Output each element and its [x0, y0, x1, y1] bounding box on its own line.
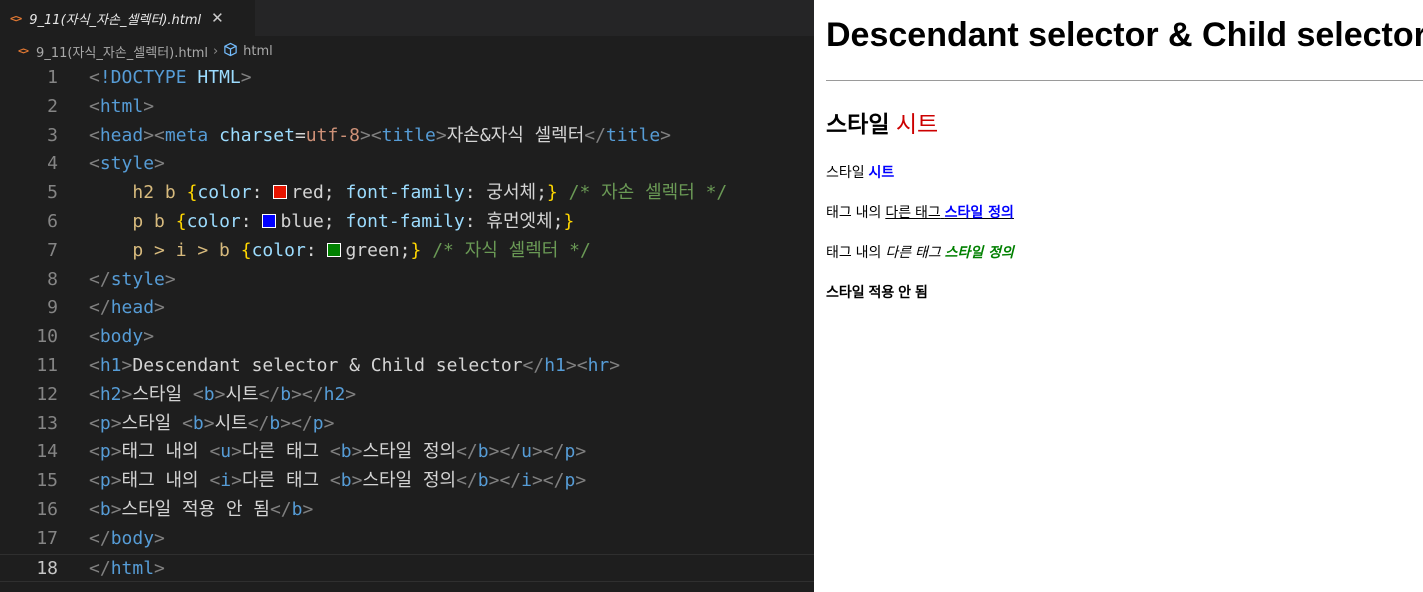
preview-paragraph-3: 태그 내의 다른 태그 스타일 정의: [826, 242, 1014, 262]
browser-preview: Descendant selector & Child selector 스타일…: [814, 0, 1423, 592]
line-number: 11: [36, 354, 58, 376]
code-area[interactable]: 1 <!DOCTYPE HTML> 2 <html> 3 <head><meta ch…: [0, 64, 814, 583]
subheading-bold: 시트: [895, 112, 939, 138]
underlined-text: 다른 태그 스타일 정의: [885, 204, 1014, 221]
code-line[interactable]: 11 <h1>Descendant selector & Child select…: [0, 352, 814, 381]
preview-paragraph-1: 스타일 시트: [826, 162, 894, 182]
tab-title: 9_11(자식_자손_셀렉터).html: [29, 12, 202, 28]
preview-bold-text: 스타일 적용 안 됨: [826, 284, 928, 300]
code-line[interactable]: 4 <style>: [0, 150, 814, 179]
underlined-label: 다른 태그: [885, 204, 941, 220]
italic-text: 다른 태그 스타일 정의: [885, 244, 1014, 261]
preview-divider: [826, 80, 1423, 81]
code-line[interactable]: 2 <html>: [0, 93, 814, 122]
code-line[interactable]: 9 </head>: [0, 294, 814, 323]
preview-heading: Descendant selector & Child selector: [826, 16, 1423, 54]
blue-color-swatch[interactable]: [262, 213, 277, 228]
code-line[interactable]: 14 <p>태그 내의 <u>다른 태그 <b>스타일 정의</b></u></p…: [0, 438, 814, 467]
line-number: 10: [36, 326, 58, 348]
code-line[interactable]: 13 <p>스타일 <b>시트</b></p>: [0, 410, 814, 439]
paragraph-bold: 스타일 정의: [944, 245, 1014, 261]
line-number: 6: [47, 210, 58, 232]
breadcrumb-symbol[interactable]: html: [243, 44, 273, 59]
breadcrumb-file[interactable]: 9_11(자식_자손_셀렉터).html: [36, 42, 208, 61]
breadcrumb: <> 9_11(자식_자손_셀렉터).html › html: [0, 38, 814, 64]
line-number: 8: [47, 268, 58, 290]
code-line[interactable]: 17 </body>: [0, 525, 814, 554]
code-line[interactable]: 1 <!DOCTYPE HTML>: [0, 64, 814, 93]
code-editor[interactable]: <> 9_11(자식_자손_셀렉터).html ✕ <> 9_11(자식_자손_…: [0, 0, 814, 592]
line-number: 9: [47, 297, 58, 319]
line-number: 7: [47, 239, 58, 261]
paragraph-text: 태그 내의: [826, 244, 882, 260]
line-number: 4: [47, 153, 58, 175]
code-line[interactable]: 15 <p>태그 내의 <i>다른 태그 <b>스타일 정의</b></i></p…: [0, 467, 814, 496]
preview-subheading: 스타일 시트: [826, 105, 938, 139]
line-number: 2: [47, 95, 58, 117]
paragraph-text: 스타일: [826, 164, 865, 180]
paragraph-bold: 스타일 정의: [944, 205, 1014, 221]
line-number: 5: [47, 182, 58, 204]
paragraph-text: 태그 내의: [826, 204, 882, 220]
html-file-icon: <>: [18, 45, 29, 57]
cube-icon: [223, 42, 238, 61]
red-color-swatch[interactable]: [273, 185, 288, 200]
code-line[interactable]: 7 p > i > b {color: green;} /* 자식 셀렉터 */: [0, 237, 814, 266]
preview-paragraph-2: 태그 내의 다른 태그 스타일 정의: [826, 202, 1014, 222]
line-number: 12: [36, 383, 58, 405]
code-line[interactable]: 16 <b>스타일 적용 안 됨</b>: [0, 496, 814, 525]
close-icon[interactable]: ✕: [211, 9, 224, 27]
chevron-right-icon: ›: [212, 43, 219, 59]
line-number: 15: [36, 470, 58, 492]
line-number: 1: [47, 67, 58, 88]
line-number: 13: [36, 412, 58, 434]
line-number: 3: [47, 124, 58, 146]
code-line[interactable]: 5 h2 b {color: red; font-family: 궁서체;} /…: [0, 179, 814, 208]
code-line[interactable]: 10 <body>: [0, 323, 814, 352]
code-line[interactable]: 12 <h2>스타일 <b>시트</b></h2>: [0, 381, 814, 410]
line-number: 18: [36, 557, 58, 579]
line-number: 16: [36, 498, 58, 520]
code-line-active[interactable]: 18 </html>: [0, 553, 814, 583]
italic-label: 다른 태그: [885, 244, 941, 260]
tab-bar: <> 9_11(자식_자손_셀렉터).html ✕: [0, 0, 814, 36]
tab-active-file[interactable]: <> 9_11(자식_자손_셀렉터).html ✕: [0, 0, 255, 36]
html-file-icon: <>: [10, 11, 22, 25]
line-number: 14: [36, 441, 58, 463]
code-line[interactable]: 8 </style>: [0, 266, 814, 295]
code-line[interactable]: 3 <head><meta charset=utf-8><title>자손&자식 …: [0, 122, 814, 151]
subheading-plain: 스타일: [826, 111, 890, 137]
line-number: 17: [36, 527, 58, 549]
paragraph-bold: 시트: [868, 165, 895, 181]
code-line[interactable]: 6 p b {color: blue; font-family: 휴먼엣체;}: [0, 208, 814, 237]
green-color-swatch[interactable]: [327, 242, 342, 257]
